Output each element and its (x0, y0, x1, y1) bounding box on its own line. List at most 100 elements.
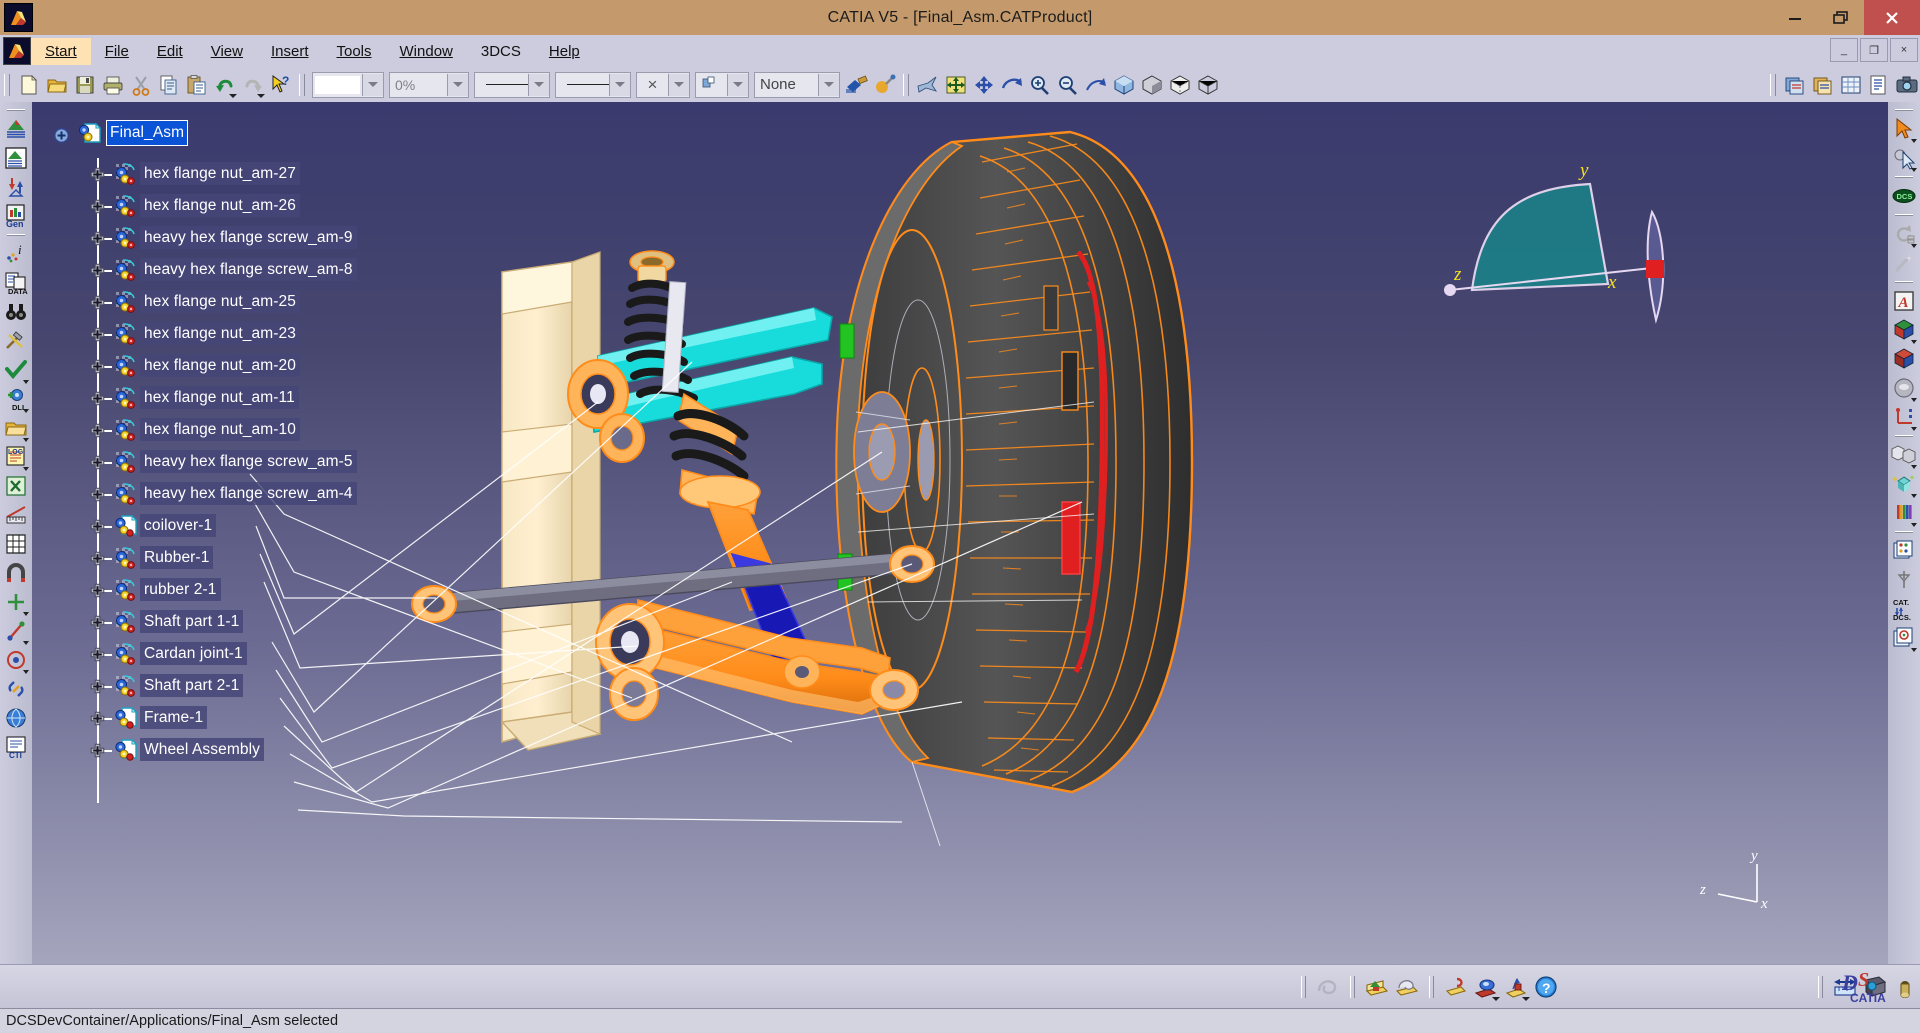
explode-dropdown-caret[interactable] (1522, 997, 1530, 1001)
tree-expander[interactable] (90, 231, 105, 246)
bottom-toolbar-grip-4[interactable] (1818, 976, 1823, 998)
stack-target-dropdown-caret[interactable] (1911, 648, 1917, 652)
bottom-toolbar-grip-3[interactable] (1429, 976, 1434, 998)
refresh-tree-dropdown-caret[interactable] (1911, 244, 1917, 248)
link-button[interactable] (2, 675, 30, 703)
paint-brush-button[interactable] (843, 71, 870, 98)
insert-new-product-button[interactable] (1392, 972, 1422, 1002)
point-info-button[interactable]: i (2, 240, 30, 268)
zoom-out-button[interactable] (1054, 71, 1081, 98)
object-name-combo[interactable] (312, 72, 384, 98)
new-document-button[interactable] (15, 71, 42, 98)
tree-expander[interactable] (90, 519, 105, 534)
line-style-combo-arrow[interactable] (609, 74, 630, 96)
tree-item[interactable]: Frame-1 (90, 702, 390, 734)
two-cubes-button[interactable] (1890, 441, 1918, 469)
whats-this-help-button[interactable]: ? (267, 71, 294, 98)
tree-item[interactable]: heavy hex flange screw_am-8 (90, 254, 390, 286)
hidden-line-button[interactable] (1166, 71, 1193, 98)
move-node-button[interactable] (2, 617, 30, 645)
fit-all-in-button[interactable] (998, 71, 1025, 98)
print-button[interactable] (99, 71, 126, 98)
tree-expander[interactable] (90, 455, 105, 470)
validate-button[interactable] (2, 356, 30, 384)
shading-button[interactable] (1138, 71, 1165, 98)
histogram-analysis-button[interactable] (2, 115, 30, 143)
tree-item[interactable]: hex flange nut_am-27 (90, 158, 390, 190)
dcs-badge-button[interactable]: DCS (1890, 182, 1918, 210)
apply-material-button[interactable] (871, 71, 898, 98)
tree-item[interactable]: hex flange nut_am-10 (90, 414, 390, 446)
dcs-tools-button-1[interactable] (1781, 71, 1808, 98)
stack-target-button[interactable] (1890, 624, 1918, 652)
undo-dropdown-caret[interactable] (229, 94, 237, 98)
tree-item[interactable]: heavy hex flange screw_am-9 (90, 222, 390, 254)
bottom-toolbar-grip-1[interactable] (1301, 976, 1306, 998)
two-cubes-dropdown-caret[interactable] (1911, 465, 1917, 469)
tree-item[interactable]: heavy hex flange screw_am-4 (90, 478, 390, 510)
color-bars-dropdown-caret[interactable] (1911, 523, 1917, 527)
menu-item-file[interactable]: File (91, 38, 143, 65)
gray-sphere-button[interactable] (1890, 374, 1918, 402)
pan-button[interactable] (942, 71, 969, 98)
tree-item[interactable]: Rubber-1 (90, 542, 390, 574)
find-button[interactable] (2, 298, 30, 326)
cut-button[interactable] (127, 71, 154, 98)
tree-item[interactable]: Cardan joint-1 (90, 638, 390, 670)
tree-expander[interactable] (90, 263, 105, 278)
tree-expander[interactable] (90, 647, 105, 662)
tree-item[interactable]: Shaft part 1-1 (90, 606, 390, 638)
open-document-button[interactable] (43, 71, 70, 98)
restore-button[interactable] (1818, 0, 1864, 35)
add-point-dropdown-caret[interactable] (23, 612, 29, 616)
menu-item-view[interactable]: View (197, 38, 257, 65)
tree-item[interactable]: Wheel Assembly (90, 734, 390, 766)
copy-button[interactable] (155, 71, 182, 98)
line-weight-combo-arrow[interactable] (528, 74, 549, 96)
tree-expander[interactable] (90, 295, 105, 310)
line-weight-combo[interactable] (474, 72, 550, 98)
tree-expander[interactable] (90, 487, 105, 502)
fly-mode-button[interactable] (914, 71, 941, 98)
tree-item[interactable]: hex flange nut_am-25 (90, 286, 390, 318)
annotation-gray-button[interactable] (1313, 972, 1343, 1002)
tree-expander[interactable] (90, 551, 105, 566)
target-button[interactable] (2, 646, 30, 674)
measure-button[interactable] (2, 501, 30, 529)
snap-button[interactable] (1471, 972, 1501, 1002)
tolerance-arrows-button[interactable] (2, 173, 30, 201)
mdi-restore-button[interactable]: ❐ (1860, 38, 1888, 62)
axis-system-button[interactable] (1890, 403, 1918, 431)
menu-item-start[interactable]: Start (31, 38, 91, 65)
tree-expander[interactable] (90, 327, 105, 342)
manipulate-button[interactable] (1441, 972, 1471, 1002)
open-model-button[interactable] (2, 414, 30, 442)
toolbar-grip-4[interactable] (1770, 74, 1776, 96)
toolbar-grip[interactable] (4, 74, 10, 96)
annotation-text-button[interactable]: A (1890, 287, 1918, 315)
toolbar-grip-3[interactable] (903, 74, 909, 96)
gray-sphere-dropdown-caret[interactable] (1911, 398, 1917, 402)
mdi-minimize-button[interactable]: _ (1830, 38, 1858, 62)
tree-root-final-asm[interactable]: Final_Asm (40, 118, 360, 152)
tree-item[interactable]: hex flange nut_am-23 (90, 318, 390, 350)
tree-item[interactable]: heavy hex flange screw_am-5 (90, 446, 390, 478)
globe-button[interactable] (2, 704, 30, 732)
tree-item[interactable]: hex flange nut_am-26 (90, 190, 390, 222)
generate-report-button[interactable]: Gen (2, 202, 30, 230)
histogram-report-button[interactable] (2, 144, 30, 172)
flow-button[interactable] (1890, 566, 1918, 594)
tree-expander[interactable] (90, 615, 105, 630)
select-gear-button[interactable] (1890, 144, 1918, 172)
save-document-button[interactable] (71, 71, 98, 98)
3d-viewport[interactable]: y x z y x z (32, 102, 1888, 964)
layer-mode-combo-arrow[interactable] (727, 74, 748, 96)
menu-item-help[interactable]: Help (535, 38, 594, 65)
object-name-combo-arrow[interactable] (362, 74, 383, 96)
layer-mode-combo[interactable] (695, 72, 749, 98)
bottom-toolbar-grip-2[interactable] (1350, 976, 1355, 998)
cat-dcs-button[interactable]: CAT. DCS. (1890, 595, 1918, 623)
snap-dropdown-caret[interactable] (1492, 997, 1500, 1001)
tree-item[interactable]: rubber 2-1 (90, 574, 390, 606)
add-dll-dropdown-caret[interactable] (23, 409, 29, 413)
